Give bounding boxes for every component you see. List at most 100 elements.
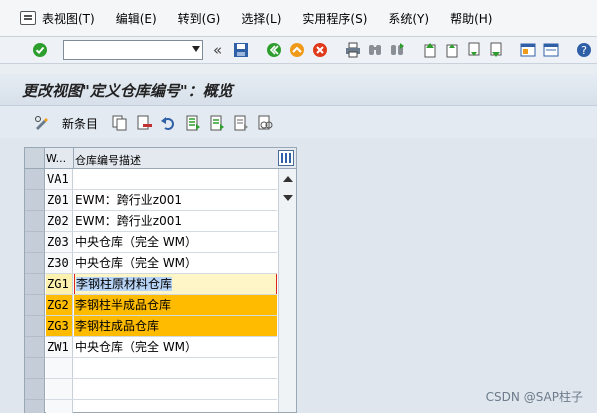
scroll-down-icon[interactable]	[283, 195, 293, 201]
enter-check-icon[interactable]	[32, 42, 48, 58]
row-selector[interactable]	[25, 232, 45, 253]
print-icon[interactable]	[345, 42, 361, 58]
warehouse-number-cell[interactable]: Z30	[46, 253, 73, 273]
select-all-rows-button[interactable]	[25, 148, 45, 168]
table-row[interactable]: Z30 中央仓库（完全 WM）	[25, 253, 277, 274]
warehouse-number-cell[interactable]: Z03	[46, 232, 73, 252]
select-all-icon[interactable]	[185, 115, 201, 131]
warehouse-description-cell[interactable]: 中央仓库（完全 WM）	[74, 337, 277, 357]
warehouse-description-cell[interactable]	[74, 400, 277, 413]
previous-page-icon[interactable]	[444, 42, 460, 58]
menu-goto[interactable]: 转到(G)	[178, 10, 221, 27]
table-control: W... 仓库编号描述 VA1 Z01 EWM：跨行业z001 Z02 EWM：跨行业z…	[24, 147, 297, 413]
exit-icon[interactable]	[289, 42, 305, 58]
help-icon[interactable]: ?	[576, 42, 592, 58]
system-menu-icon[interactable]	[20, 11, 36, 25]
title-bar: 更改视图"定义仓库编号"：概览	[0, 74, 597, 106]
menu-edit[interactable]: 编辑(E)	[116, 10, 157, 27]
warehouse-description-cell[interactable]: EWM：跨行业z001	[74, 190, 277, 210]
highlighted-text: 李钢柱原材料仓库	[76, 277, 173, 291]
row-selector[interactable]	[25, 253, 45, 274]
delete-icon[interactable]	[137, 115, 153, 131]
print-field-list-icon[interactable]	[257, 115, 273, 131]
table-row[interactable]: ZW1 中央仓库（完全 WM）	[25, 337, 277, 358]
warehouse-description-cell[interactable]: 中央仓库（完全 WM）	[74, 232, 277, 252]
table-row[interactable]	[25, 400, 277, 413]
warehouse-number-cell[interactable]: Z01	[46, 190, 73, 210]
command-dropdown-icon[interactable]	[192, 46, 200, 52]
new-session-icon[interactable]	[520, 42, 536, 58]
row-selector[interactable]	[25, 211, 45, 232]
row-selector[interactable]	[25, 295, 45, 316]
cancel-icon[interactable]	[312, 42, 328, 58]
menu-help[interactable]: 帮助(H)	[450, 10, 492, 27]
back-icon[interactable]	[266, 42, 282, 58]
table-row[interactable]: Z01 EWM：跨行业z001	[25, 190, 277, 211]
application-toolbar: 新条目	[0, 106, 597, 138]
row-selector[interactable]	[25, 190, 45, 211]
warehouse-number-cell[interactable]: ZG2	[46, 295, 73, 315]
select-block-icon[interactable]	[209, 115, 225, 131]
vertical-scrollbar[interactable]	[278, 169, 296, 412]
menu-utilities[interactable]: 实用程序(S)	[302, 10, 367, 27]
display-change-icon[interactable]	[34, 115, 50, 131]
find-next-icon[interactable]	[389, 42, 405, 58]
row-selector[interactable]	[25, 379, 45, 400]
table-row[interactable]	[25, 379, 277, 400]
row-selector[interactable]	[25, 274, 45, 295]
table-row[interactable]	[25, 358, 277, 379]
save-icon[interactable]	[233, 42, 249, 58]
table-header: W... 仓库编号描述	[25, 148, 296, 169]
table-rows: VA1 Z01 EWM：跨行业z001 Z02 EWM：跨行业z001 Z03 中央仓库（完…	[25, 169, 277, 413]
row-selector[interactable]	[25, 358, 45, 379]
find-icon[interactable]	[367, 42, 383, 58]
command-field[interactable]	[63, 40, 203, 60]
table-row[interactable]: Z02 EWM：跨行业z001	[25, 211, 277, 232]
row-selector[interactable]	[25, 316, 45, 337]
warehouse-description-cell[interactable]	[74, 379, 277, 399]
table-row[interactable]: ZG1 李钢柱原材料仓库	[25, 274, 277, 295]
undo-change-icon[interactable]	[160, 115, 176, 131]
table-row[interactable]: Z03 中央仓库（完全 WM）	[25, 232, 277, 253]
shortcut-icon[interactable]	[543, 42, 559, 58]
warehouse-number-cell[interactable]: ZG1	[46, 274, 73, 294]
last-page-icon[interactable]	[488, 42, 504, 58]
warehouse-number-cell[interactable]: VA1	[46, 169, 73, 189]
warehouse-description-cell[interactable]: 李钢柱成品仓库	[74, 316, 277, 336]
menu-select[interactable]: 选择(L)	[241, 10, 281, 27]
warehouse-number-cell[interactable]: Z02	[46, 211, 73, 231]
deselect-all-icon[interactable]	[233, 115, 249, 131]
table-row[interactable]: ZG3 李钢柱成品仓库	[25, 316, 277, 337]
table-row[interactable]: ZG2 李钢柱半成品仓库	[25, 295, 277, 316]
new-entries-button[interactable]: 新条目	[62, 115, 98, 132]
standard-toolbar: « ?	[0, 36, 597, 64]
column-header-warehouse[interactable]: W...	[46, 152, 66, 165]
warehouse-description-cell[interactable]: 中央仓库（完全 WM）	[74, 253, 277, 273]
menu-system[interactable]: 系统(Y)	[388, 10, 429, 27]
row-selector[interactable]	[25, 400, 45, 413]
row-selector[interactable]	[25, 337, 45, 358]
warehouse-number-cell[interactable]	[46, 400, 73, 413]
next-page-icon[interactable]	[466, 42, 482, 58]
warehouse-description-cell[interactable]	[74, 169, 277, 189]
column-divider[interactable]	[73, 148, 74, 168]
warehouse-description-cell[interactable]: 李钢柱半成品仓库	[74, 295, 277, 315]
column-header-description[interactable]: 仓库编号描述	[75, 152, 141, 168]
table-row[interactable]: VA1	[25, 169, 277, 190]
toolbar-gap	[0, 64, 597, 74]
first-page-icon[interactable]	[422, 42, 438, 58]
warehouse-description-cell[interactable]: EWM：跨行业z001	[74, 211, 277, 231]
warehouse-number-cell[interactable]	[46, 379, 73, 399]
table-settings-icon[interactable]	[278, 150, 294, 166]
warehouse-number-cell[interactable]: ZG3	[46, 316, 73, 336]
warehouse-description-cell[interactable]	[74, 358, 277, 378]
row-selector[interactable]	[25, 169, 45, 190]
warehouse-number-cell[interactable]	[46, 358, 73, 378]
warehouse-description-cell[interactable]: 李钢柱原材料仓库	[74, 274, 277, 294]
warehouse-number-cell[interactable]: ZW1	[46, 337, 73, 357]
collapse-field-icon[interactable]: «	[213, 41, 222, 59]
menu-table-view[interactable]: 表视图(T)	[42, 10, 95, 27]
menu-bar: 表视图(T) 编辑(E) 转到(G) 选择(L) 实用程序(S) 系统(Y) 帮…	[0, 0, 597, 36]
scroll-up-icon[interactable]	[283, 176, 293, 182]
copy-as-icon[interactable]	[112, 115, 128, 131]
